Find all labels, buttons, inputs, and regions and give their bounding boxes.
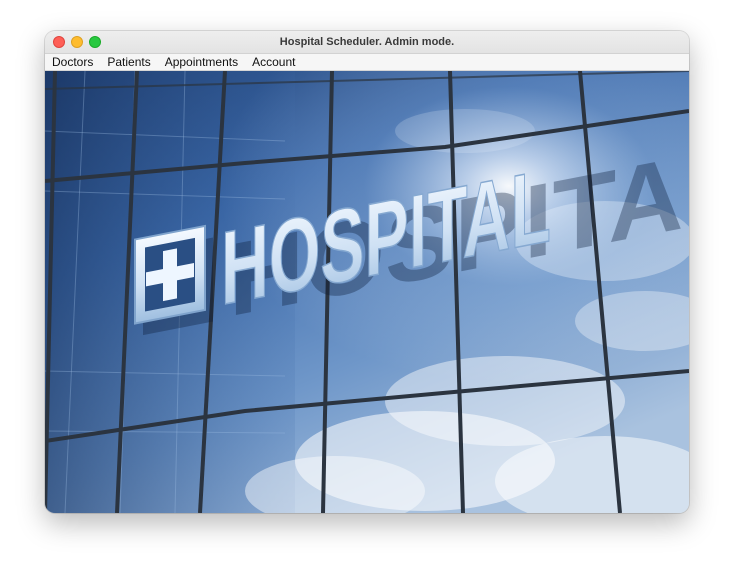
menu-patients[interactable]: Patients [107,54,150,70]
menu-account[interactable]: Account [252,54,295,70]
menu-bar: Doctors Patients Appointments Account [45,54,689,71]
app-window: Hospital Scheduler. Admin mode. Doctors … [45,31,689,513]
window-title: Hospital Scheduler. Admin mode. [279,36,455,48]
hospital-banner-image: HOSPITAL HOSPITAL [45,71,689,513]
medical-cross-icon [134,224,206,325]
menu-appointments[interactable]: Appointments [165,54,238,70]
menu-doctors[interactable]: Doctors [52,54,93,70]
title-bar[interactable]: Hospital Scheduler. Admin mode. [45,31,689,54]
